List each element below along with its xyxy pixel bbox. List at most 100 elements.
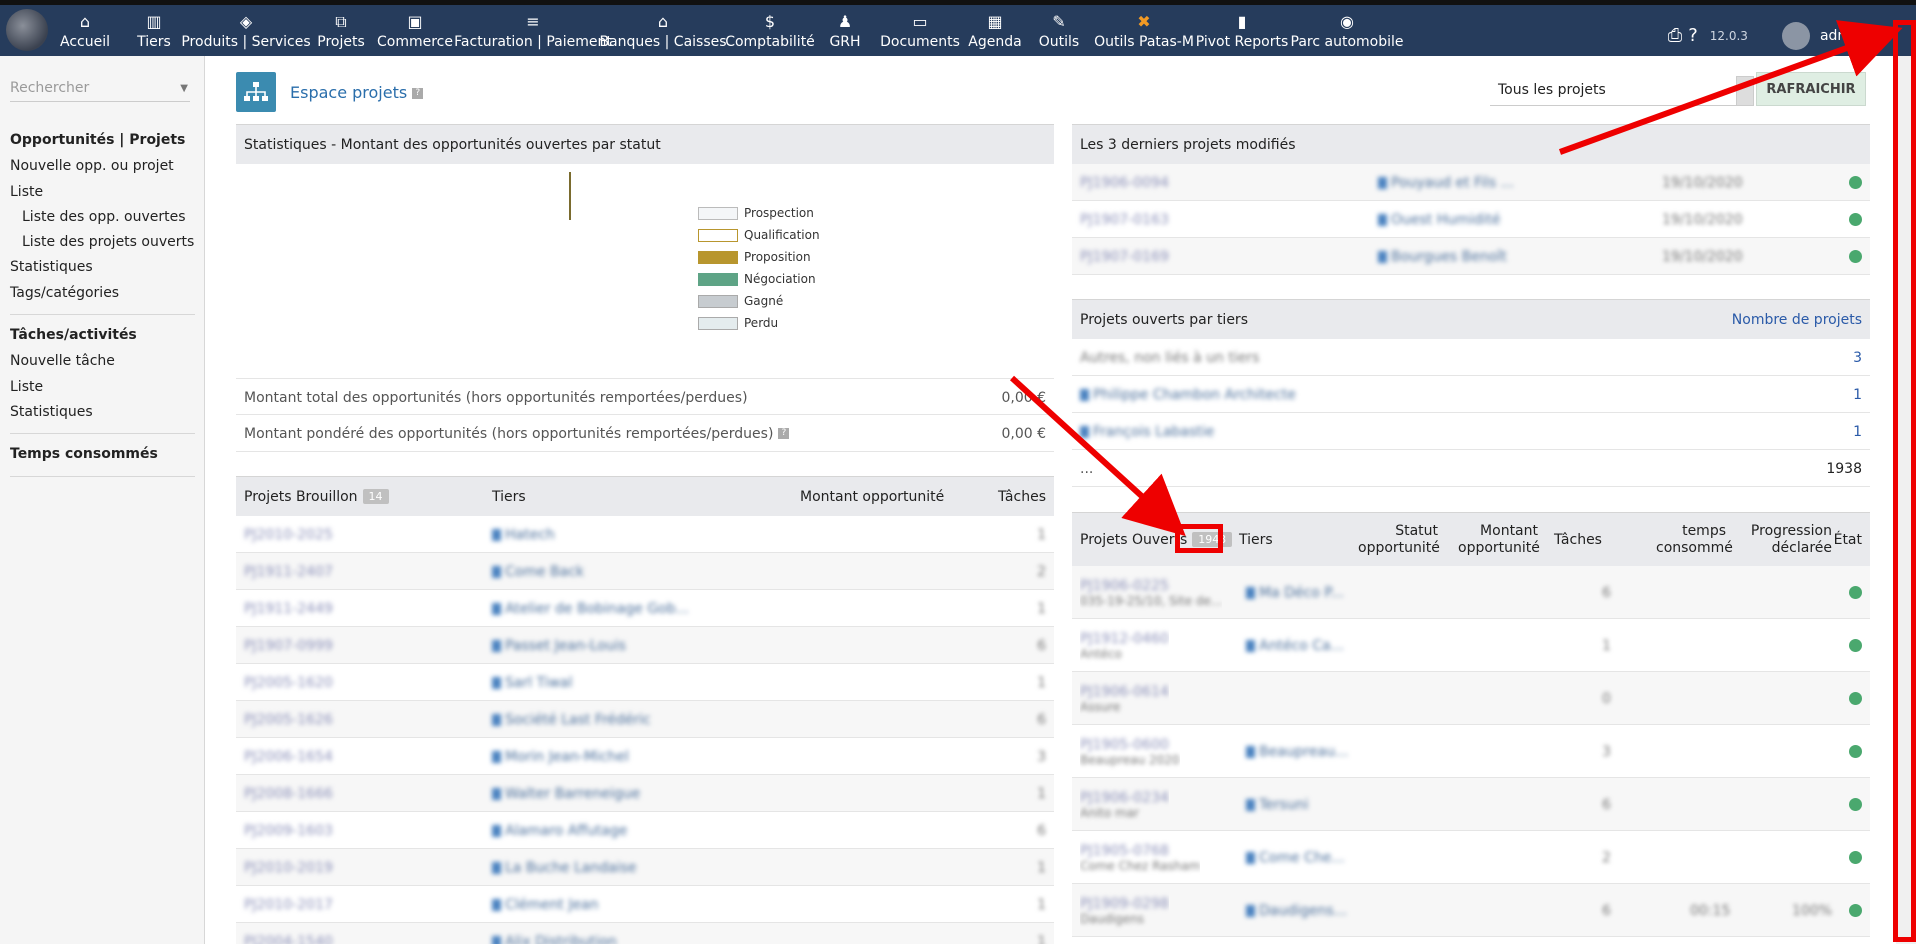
tiers-link[interactable]: Pouyaud et Fils ... xyxy=(1378,164,1514,201)
sidebar-item-new-task[interactable]: Nouvelle tâche xyxy=(10,353,115,369)
project-ref-link[interactable]: PJ2010-2019 xyxy=(244,849,333,886)
project-ref-link[interactable]: PJ2005-1620 xyxy=(244,664,333,701)
project-ref-link[interactable]: PJ2009-1603 xyxy=(244,812,333,849)
user-menu[interactable]: admin ⌄ xyxy=(1820,28,1880,44)
nav-item-accueil[interactable]: ⌂ Accueil xyxy=(54,5,116,56)
project-cell[interactable]: PJ1906-0614 Assure xyxy=(1080,672,1169,725)
sidebar-item-task-stats[interactable]: Statistiques xyxy=(10,404,93,420)
project-ref-link[interactable]: PJ1906-0225 xyxy=(1080,578,1169,594)
tiers-link[interactable]: Come Che... xyxy=(1246,831,1345,884)
help-icon[interactable]: ? xyxy=(778,428,790,439)
tiers-link[interactable]: Ouest Humidité xyxy=(1378,201,1501,238)
project-ref-link[interactable]: PJ1907-0163 xyxy=(1080,201,1169,238)
project-filter-select[interactable]: Tous les projets xyxy=(1490,76,1750,106)
nav-item-comptabilit-[interactable]: $ Comptabilité xyxy=(725,5,815,56)
nav-item-agenda[interactable]: ▦ Agenda xyxy=(968,5,1021,56)
tiers-link[interactable]: Atelier de Bobinage Gob... xyxy=(492,590,689,627)
sidebar-item-time-spent[interactable]: Temps consommés xyxy=(10,446,158,462)
tiers-link[interactable]: Come Back xyxy=(492,553,584,590)
project-ref-link[interactable]: PJ1912-0460 xyxy=(1080,631,1169,647)
project-ref-link[interactable]: PJ2010-2025 xyxy=(244,516,333,553)
legend-item: Négociation xyxy=(698,271,816,287)
nav-item-pivot-reports[interactable]: ▮ Pivot Reports xyxy=(1196,5,1289,56)
sidebar-item-tags[interactable]: Tags/catégories xyxy=(10,285,119,301)
nav-item-documents[interactable]: ▭ Documents xyxy=(880,5,960,56)
status-dot-icon xyxy=(1849,831,1862,884)
project-ref-link[interactable]: PJ1906-0094 xyxy=(1080,164,1169,201)
project-cell[interactable]: PJ1905-0768 Come Chez Rasham xyxy=(1080,831,1200,884)
tiers-name[interactable]: Philippe Chambon Architecte xyxy=(1080,376,1296,413)
sidebar-item-list-projects[interactable]: Liste des projets ouverts xyxy=(22,234,194,250)
project-ref-link[interactable]: PJ2010-2017 xyxy=(244,886,333,923)
tiers-link[interactable]: La Buche Landaise xyxy=(492,849,636,886)
nav-item-projets[interactable]: ⧉ Projets xyxy=(317,5,365,56)
tiers-link[interactable]: Daudigens... xyxy=(1246,884,1347,937)
nav-item-banques-caisses[interactable]: ⌂ Banques | Caisses xyxy=(599,5,726,56)
tiers-link[interactable]: Alix Distribution xyxy=(492,923,617,944)
tiers-link[interactable]: Société Last Frédéric xyxy=(492,701,651,738)
nav-item-tiers[interactable]: ▥ Tiers xyxy=(132,5,176,56)
tiers-link[interactable]: Morin Jean-Michel xyxy=(492,738,629,775)
nav-item-outils[interactable]: ✎ Outils xyxy=(1039,5,1079,56)
company-logo[interactable] xyxy=(6,9,48,51)
project-cell[interactable]: PJ1909-0298 Daudigens xyxy=(1080,884,1169,937)
tiers-link[interactable]: Sarl Tiwal xyxy=(492,664,573,701)
project-count[interactable]: 1 xyxy=(1853,413,1862,450)
chevron-down-icon[interactable]: ▼ xyxy=(180,83,188,94)
select-toggle[interactable] xyxy=(1736,76,1754,106)
tiers-link[interactable]: Alamaro Affutage xyxy=(492,812,627,849)
project-ref-link[interactable]: PJ2004-1540 xyxy=(244,923,333,944)
project-ref-link[interactable]: PJ1905-0600 xyxy=(1080,737,1169,753)
nav-item-outils-patas-m[interactable]: ✖ Outils Patas-M xyxy=(1094,5,1194,56)
project-ref-link[interactable]: PJ1911-2407 xyxy=(244,553,333,590)
sidebar-item-opportunities[interactable]: Opportunités | Projets xyxy=(10,132,185,148)
table-row: PJ1911-2449 Atelier de Bobinage Gob... 1 xyxy=(236,590,1054,627)
project-ref-link[interactable]: PJ1905-0768 xyxy=(1080,843,1169,859)
tiers-link[interactable]: Tersuni xyxy=(1246,778,1308,831)
nav-item-produits-services[interactable]: ◈ Produits | Services xyxy=(181,5,310,56)
print-icon[interactable]: ⎙ xyxy=(1668,25,1682,46)
help-icon[interactable]: ? xyxy=(412,88,424,99)
project-ref-link[interactable]: PJ1906-0614 xyxy=(1080,684,1169,700)
col-project-count[interactable]: Nombre de projets xyxy=(1732,312,1862,328)
project-ref-link[interactable]: PJ1907-0999 xyxy=(244,627,333,664)
project-ref-link[interactable]: PJ1911-2449 xyxy=(244,590,333,627)
tiers-link[interactable]: Beaupreau... xyxy=(1246,725,1348,778)
building-icon: ▥ xyxy=(146,12,162,31)
nav-item-parc-automobile[interactable]: ◉ Parc automobile xyxy=(1291,5,1404,56)
sidebar-item-stats[interactable]: Statistiques xyxy=(10,259,93,275)
project-ref-link[interactable]: PJ2006-1654 xyxy=(244,738,333,775)
sidebar-item-new-opp[interactable]: Nouvelle opp. ou projet xyxy=(10,158,174,174)
tiers-name: Atelier de Bobinage Gob... xyxy=(505,600,689,617)
project-ref-link[interactable]: PJ2008-1666 xyxy=(244,775,333,812)
project-ref-link[interactable]: PJ1909-0298 xyxy=(1080,896,1169,912)
tiers-link[interactable]: Clément Jean xyxy=(492,886,599,923)
tiers-link[interactable]: Antéco Ca... xyxy=(1246,619,1344,672)
tiers-name[interactable]: François Labastie xyxy=(1080,413,1214,450)
help-icon[interactable]: ? xyxy=(1688,25,1698,46)
refresh-button[interactable]: RAFRAICHIR xyxy=(1756,72,1866,106)
project-ref-link[interactable]: PJ1907-0169 xyxy=(1080,238,1169,275)
sidebar-item-task-list[interactable]: Liste xyxy=(10,379,43,395)
project-cell[interactable]: PJ1906-0234 Anito mar xyxy=(1080,778,1169,831)
tiers-link[interactable]: Walter Barreneigue xyxy=(492,775,640,812)
project-cell[interactable]: PJ1912-0460 Antéco xyxy=(1080,619,1169,672)
tiers-link[interactable]: Passet Jean-Louis xyxy=(492,627,626,664)
search-input[interactable]: Rechercher ▼ xyxy=(10,80,190,102)
sidebar-item-tasks[interactable]: Tâches/activités xyxy=(10,327,137,343)
project-count[interactable]: 3 xyxy=(1853,339,1862,376)
sidebar-item-list[interactable]: Liste xyxy=(10,184,43,200)
tiers-link[interactable]: Hatech xyxy=(492,516,555,553)
project-ref-link[interactable]: PJ1906-0234 xyxy=(1080,790,1169,806)
project-cell[interactable]: PJ1905-0600 Beaupreau 2020 xyxy=(1080,725,1180,778)
tiers-link[interactable]: Ma Déco P... xyxy=(1246,566,1344,619)
tiers-link[interactable]: Bourgues Benoît xyxy=(1378,238,1507,275)
sidebar-item-list-opps[interactable]: Liste des opp. ouvertes xyxy=(22,209,186,225)
nav-item-facturation-paiement[interactable]: ≡ Facturation | Paiement xyxy=(454,5,612,56)
project-ref-link[interactable]: PJ2005-1626 xyxy=(244,701,333,738)
avatar[interactable] xyxy=(1781,21,1810,50)
project-count[interactable]: 1 xyxy=(1853,376,1862,413)
nav-item-commerce[interactable]: ▣ Commerce xyxy=(377,5,453,56)
project-cell[interactable]: PJ1906-0225 035-19-25/10, Site de... xyxy=(1080,566,1222,619)
nav-item-grh[interactable]: ♟ GRH xyxy=(825,5,865,56)
